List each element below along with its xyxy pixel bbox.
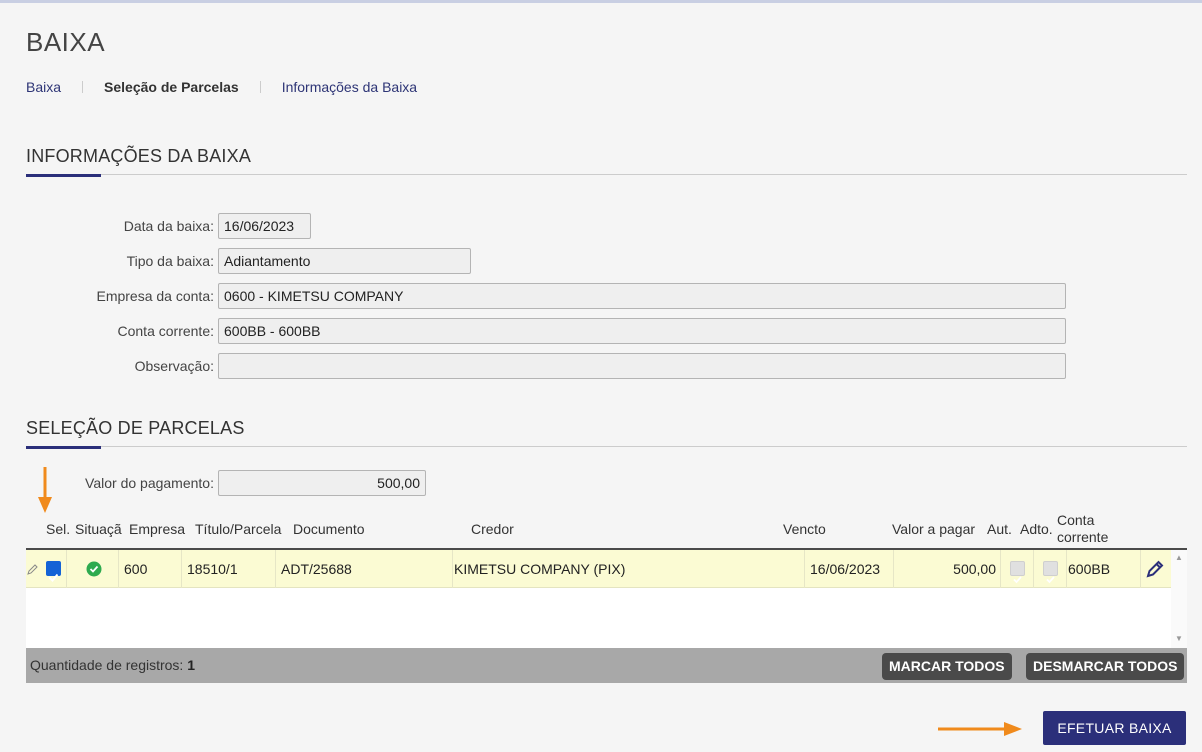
breadcrumb-informacoes-baixa[interactable]: Informações da Baixa <box>282 79 417 95</box>
vencto-cell: 16/06/2023 <box>805 550 894 588</box>
table-row[interactable]: 600 18510/1 ADT/25688 KIMETSU COMPANY (P… <box>26 550 1171 588</box>
situacao-cell <box>67 550 119 588</box>
checkmark-icon <box>1046 576 1055 584</box>
credor-cell: KIMETSU COMPANY (PIX) <box>453 550 805 588</box>
col-vencto: Vencto <box>783 521 826 537</box>
observacao-label: Observação: <box>134 358 214 374</box>
scroll-down-icon[interactable]: ▼ <box>1175 634 1183 643</box>
annotation-arrow-down-icon <box>38 467 52 513</box>
grid-footer: Quantidade de registros: 1 MARCAR TODOS … <box>26 648 1187 683</box>
col-conta-line2: corrente <box>1057 529 1109 545</box>
col-conta-line1: Conta <box>1057 512 1095 528</box>
tipo-baixa-field[interactable]: Adiantamento <box>218 248 471 274</box>
records-label: Quantidade de registros: <box>30 657 184 673</box>
empresa-conta-field[interactable]: 0600 - KIMETSU COMPANY <box>218 283 1066 309</box>
checkmark-icon <box>48 573 59 582</box>
titulo-cell: 18510/1 <box>182 550 276 588</box>
col-adto: Adto. <box>1020 521 1053 537</box>
col-credor: Credor <box>471 521 514 537</box>
grid-scrollbar[interactable]: ▲ ▼ <box>1171 550 1187 648</box>
section-divider <box>26 446 1187 447</box>
conta-corrente-label: Conta corrente: <box>117 323 215 339</box>
col-documento: Documento <box>293 521 365 537</box>
col-valor: Valor a pagar <box>892 521 976 537</box>
data-baixa-label: Data da baixa: <box>123 218 214 234</box>
empresa-conta-label: Empresa da conta: <box>96 288 214 304</box>
observacao-field[interactable] <box>218 353 1066 379</box>
col-sel: Sel. <box>46 521 71 537</box>
parcelas-section-title: SELEÇÃO DE PARCELAS <box>26 418 245 438</box>
pencil-icon[interactable] <box>27 563 39 575</box>
breadcrumb-separator <box>82 81 84 93</box>
col-titulo: Título/Parcela <box>195 521 282 537</box>
records-count: Quantidade de registros: 1 <box>30 657 195 673</box>
valor-pagamento-field[interactable]: 500,00 <box>218 470 426 496</box>
conta-cell: 600BB <box>1067 550 1141 588</box>
scroll-up-icon[interactable]: ▲ <box>1175 553 1183 562</box>
breadcrumb-separator <box>259 81 261 93</box>
empresa-cell: 600 <box>119 550 182 588</box>
row-select-checkbox[interactable] <box>46 561 61 582</box>
col-situacao: Situaçã <box>75 521 122 537</box>
tipo-baixa-label: Tipo da baixa: <box>126 253 214 269</box>
sel-cell[interactable] <box>41 550 67 588</box>
aut-checkbox <box>1010 561 1025 584</box>
valor-cell: 500,00 <box>894 550 1001 588</box>
data-baixa-field[interactable]: 16/06/2023 <box>218 213 311 239</box>
aut-cell <box>1001 550 1034 588</box>
unmark-all-button[interactable]: DESMARCAR TODOS <box>1026 653 1185 680</box>
mark-all-button[interactable]: MARCAR TODOS <box>882 653 1012 680</box>
check-circle-icon <box>86 561 102 577</box>
row-edit-cell[interactable] <box>1141 550 1171 588</box>
breadcrumb-selecao-parcelas[interactable]: Seleção de Parcelas <box>104 79 239 95</box>
adto-checkbox <box>1043 561 1058 584</box>
parcelas-grid: 600 18510/1 ADT/25688 KIMETSU COMPANY (P… <box>26 548 1187 648</box>
section-divider <box>26 174 1187 175</box>
col-aut: Aut. <box>987 521 1012 537</box>
info-section-title: INFORMAÇÕES DA BAIXA <box>26 146 252 166</box>
section-accent <box>26 174 101 177</box>
adto-cell <box>1034 550 1067 588</box>
section-accent <box>26 446 101 449</box>
efetuar-baixa-button[interactable]: EFETUAR BAIXA <box>1043 711 1186 745</box>
documento-cell: ADT/25688 <box>276 550 453 588</box>
breadcrumb-baixa[interactable]: Baixa <box>26 79 61 95</box>
annotation-arrow-right-icon <box>938 722 1022 736</box>
conta-corrente-field[interactable]: 600BB - 600BB <box>218 318 1066 344</box>
col-empresa: Empresa <box>129 521 186 537</box>
edit-icon[interactable] <box>1145 559 1165 579</box>
records-value: 1 <box>187 657 196 673</box>
row-pencil-cell[interactable] <box>26 550 41 588</box>
breadcrumb: Baixa Seleção de Parcelas Informações da… <box>26 79 417 95</box>
checkmark-icon <box>1013 576 1022 584</box>
page-title: BAIXA <box>26 27 106 57</box>
col-conta-corrente: Conta corrente <box>1057 512 1108 546</box>
